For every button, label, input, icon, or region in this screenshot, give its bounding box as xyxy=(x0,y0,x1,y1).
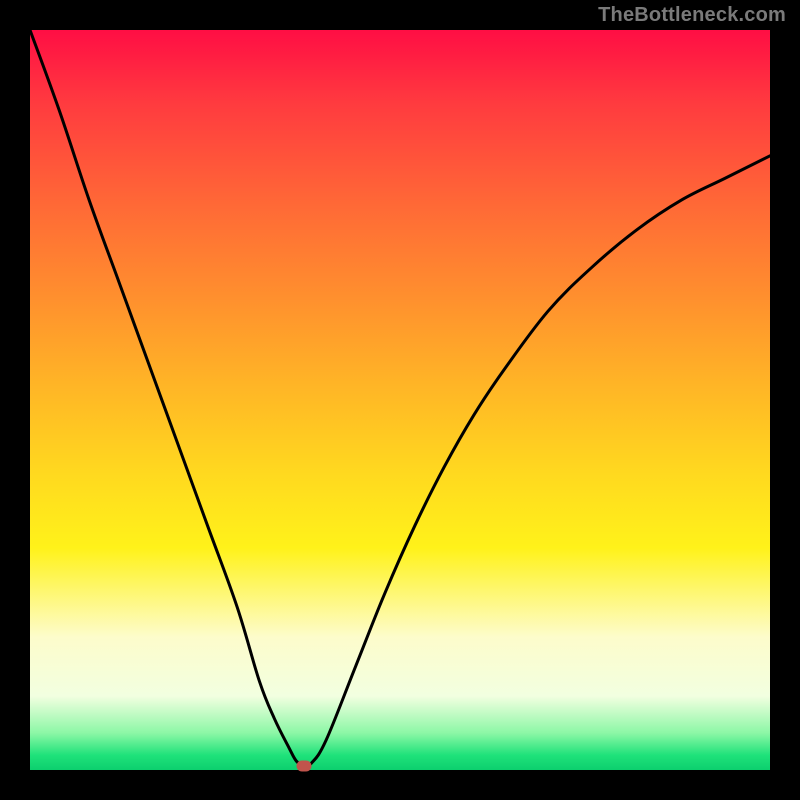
optimal-point-marker xyxy=(296,761,311,772)
chart-frame: TheBottleneck.com xyxy=(0,0,800,800)
bottleneck-curve xyxy=(30,30,770,770)
plot-area xyxy=(30,30,770,770)
watermark-text: TheBottleneck.com xyxy=(598,4,786,27)
